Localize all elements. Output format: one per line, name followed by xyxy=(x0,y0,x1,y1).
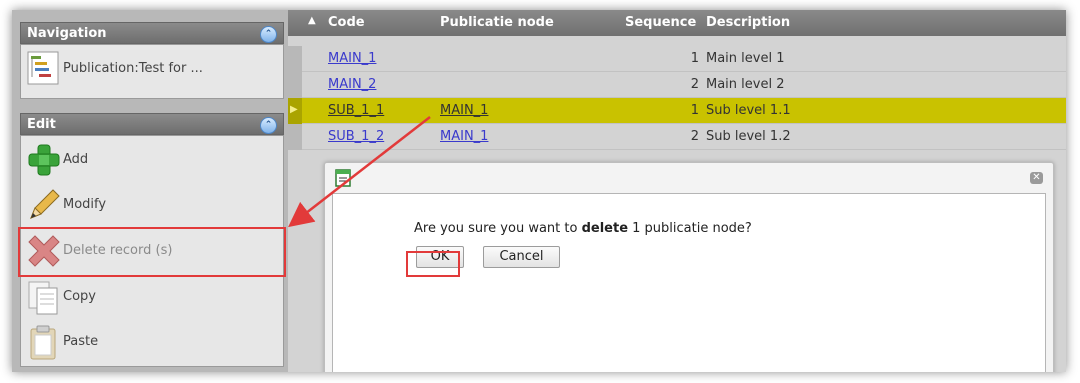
code-link[interactable]: MAIN_1 xyxy=(328,51,376,66)
column-header-description[interactable]: Description xyxy=(706,15,790,30)
collapse-navigation-icon[interactable]: ⌃ xyxy=(260,26,277,43)
pencil-icon xyxy=(30,189,60,219)
dialog-content: Are you sure you want to delete 1 public… xyxy=(332,193,1046,372)
modify-button[interactable]: Modify xyxy=(23,184,281,226)
navigation-body: Publication:Test for ... xyxy=(20,44,284,99)
navigation-item-publication[interactable]: Publication:Test for ... xyxy=(27,51,277,87)
dialog-message: Are you sure you want to delete 1 public… xyxy=(414,221,752,236)
column-header-code[interactable]: Code xyxy=(328,15,365,30)
row-marker: ▶ xyxy=(288,98,302,124)
description-cell: Main level 1 xyxy=(706,51,785,66)
paste-button[interactable]: Paste xyxy=(23,321,281,363)
row-pointer-icon: ▶ xyxy=(290,104,298,115)
grid-panel: ▲ Code Publicatie node Sequence Descript… xyxy=(288,10,1066,372)
navigation-header[interactable]: Navigation ⌃ xyxy=(20,22,284,44)
close-icon[interactable]: ✕ xyxy=(1030,172,1043,184)
message-text-after: 1 publicatie node? xyxy=(628,221,752,236)
paste-icon xyxy=(30,325,56,360)
table-row[interactable]: MAIN_2 2 Main level 2 xyxy=(288,72,1066,98)
description-cell: Main level 2 xyxy=(706,77,785,92)
node-link[interactable]: MAIN_1 xyxy=(440,103,488,118)
table-row-selected[interactable]: ▶ SUB_1_1 MAIN_1 1 Sub level 1.1 xyxy=(288,98,1066,124)
table-row[interactable]: MAIN_1 1 Main level 1 xyxy=(288,46,1066,72)
edit-title: Edit xyxy=(27,117,56,132)
ok-highlight-box xyxy=(406,251,460,277)
sequence-cell: 1 xyxy=(690,51,699,66)
dialog-note-icon xyxy=(335,169,351,187)
app-window: Navigation ⌃ Publication:Test for ... Ed… xyxy=(12,10,1066,372)
copy-button[interactable]: Copy xyxy=(23,276,281,318)
description-cell: Sub level 1.1 xyxy=(706,103,791,118)
navigation-title: Navigation xyxy=(27,26,107,41)
add-button[interactable]: Add xyxy=(23,139,281,181)
edit-header[interactable]: Edit ⌃ xyxy=(20,113,284,135)
sequence-cell: 2 xyxy=(690,129,699,144)
publication-tree-icon xyxy=(27,51,59,85)
sequence-cell: 2 xyxy=(690,77,699,92)
row-marker xyxy=(288,72,302,98)
code-link[interactable]: SUB_1_2 xyxy=(328,129,384,144)
message-text-before: Are you sure you want to xyxy=(414,221,582,236)
code-link[interactable]: MAIN_2 xyxy=(328,77,376,92)
delete-highlight-box xyxy=(18,227,286,277)
cancel-button[interactable]: Cancel xyxy=(483,246,560,268)
node-link[interactable]: MAIN_1 xyxy=(440,129,488,144)
left-panel: Navigation ⌃ Publication:Test for ... Ed… xyxy=(12,10,288,372)
table-row[interactable]: SUB_1_2 MAIN_1 2 Sub level 1.2 xyxy=(288,124,1066,150)
add-icon xyxy=(28,144,60,176)
message-text-bold: delete xyxy=(581,221,629,236)
description-cell: Sub level 1.2 xyxy=(706,129,791,144)
copy-icon xyxy=(28,281,58,315)
row-marker xyxy=(288,46,302,72)
column-header-publicatie-node[interactable]: Publicatie node xyxy=(440,15,554,30)
navigation-item-label: Publication:Test for ... xyxy=(63,61,203,76)
add-label: Add xyxy=(63,152,89,167)
column-header-sequence[interactable]: Sequence xyxy=(625,15,696,30)
row-marker xyxy=(288,124,302,150)
sequence-cell: 1 xyxy=(690,103,699,118)
paste-label: Paste xyxy=(63,334,99,349)
modify-label: Modify xyxy=(63,197,107,212)
code-link[interactable]: SUB_1_1 xyxy=(328,103,384,118)
copy-label: Copy xyxy=(63,289,96,304)
collapse-edit-icon[interactable]: ⌃ xyxy=(260,117,277,134)
grid-header: ▲ Code Publicatie node Sequence Descript… xyxy=(288,10,1066,36)
sort-asc-icon[interactable]: ▲ xyxy=(308,15,316,26)
